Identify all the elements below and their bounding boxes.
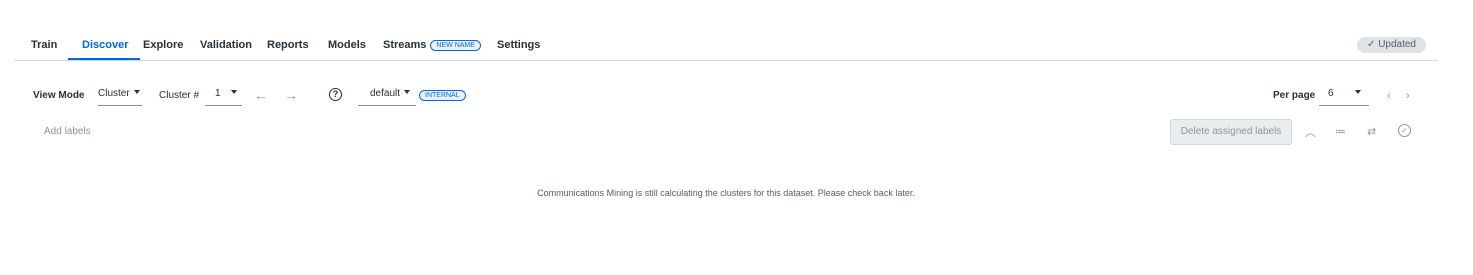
- internal-badge: INTERNAL: [419, 90, 466, 101]
- updated-status-label: Updated: [1378, 39, 1416, 50]
- tab-models[interactable]: Models: [328, 39, 366, 51]
- clusters-calculating-message: Communications Mining is still calculati…: [537, 188, 915, 198]
- active-tab-indicator: [68, 58, 140, 60]
- per-page-select[interactable]: 6: [1319, 88, 1369, 106]
- cluster-number-label: Cluster #: [159, 90, 200, 101]
- tab-discover[interactable]: Discover: [82, 39, 128, 51]
- taxonomy-select[interactable]: default: [358, 88, 416, 106]
- tab-bar: Train Discover Explore Validation Report…: [14, 30, 1438, 61]
- per-page-value: 6: [1328, 88, 1334, 99]
- updated-status-badge: ✓ Updated: [1357, 37, 1426, 53]
- cluster-number-select[interactable]: 1: [205, 88, 242, 106]
- tab-explore[interactable]: Explore: [143, 39, 183, 51]
- chevron-up-icon[interactable]: ︿: [1305, 126, 1316, 140]
- chevron-down-icon: [404, 90, 411, 94]
- chevron-right-icon[interactable]: ›: [1406, 89, 1410, 103]
- tab-streams-label: Streams: [383, 39, 427, 51]
- tab-validation[interactable]: Validation: [200, 39, 252, 51]
- check-icon: ✓: [1367, 39, 1376, 50]
- add-labels-input[interactable]: Add labels: [44, 126, 91, 137]
- check-circle-icon[interactable]: ✓: [1398, 124, 1411, 137]
- list-icon[interactable]: ≔: [1335, 125, 1346, 139]
- view-mode-label: View Mode: [33, 90, 85, 101]
- tab-reports[interactable]: Reports: [267, 39, 309, 51]
- view-mode-value: Cluster: [98, 88, 130, 99]
- chevron-left-icon[interactable]: ‹: [1387, 89, 1391, 103]
- new-name-badge: NEW NAME: [430, 40, 481, 51]
- tab-streams[interactable]: Streams NEW NAME: [383, 39, 481, 51]
- question-icon[interactable]: ?: [329, 88, 342, 101]
- chevron-down-icon: [133, 90, 140, 94]
- tab-train[interactable]: Train: [31, 39, 57, 51]
- arrow-right-icon[interactable]: →: [284, 88, 298, 102]
- tab-settings[interactable]: Settings: [497, 39, 540, 51]
- per-page-label: Per page: [1273, 90, 1316, 101]
- chevron-down-icon: [230, 90, 237, 94]
- cluster-number-value: 1: [215, 88, 221, 99]
- delete-assigned-labels-button[interactable]: Delete assigned labels: [1170, 119, 1292, 145]
- swap-icon[interactable]: ⇄: [1367, 125, 1376, 139]
- chevron-down-icon: [1354, 90, 1361, 94]
- taxonomy-value: default: [370, 88, 401, 99]
- view-mode-select[interactable]: Cluster: [98, 88, 142, 106]
- arrow-left-icon[interactable]: ←: [254, 88, 268, 102]
